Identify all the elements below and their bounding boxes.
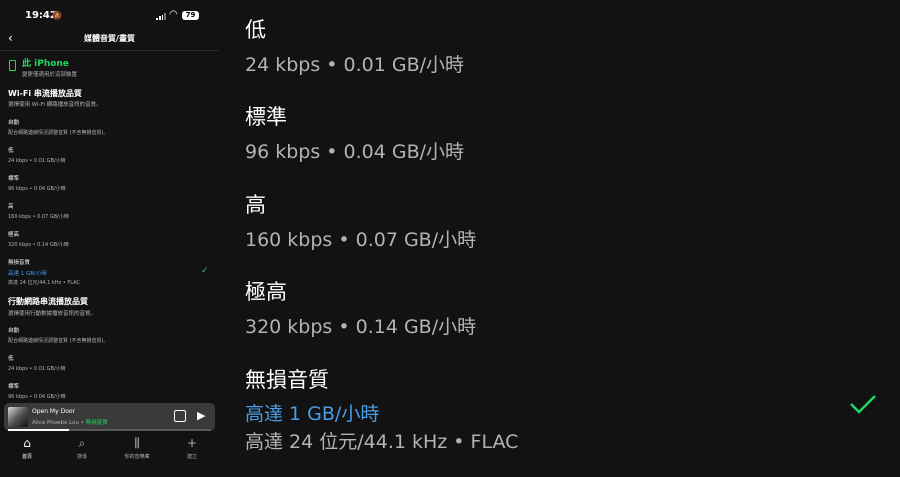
option-label: 標準 [8,176,20,182]
cellular-section-title: 行動網路串流播放品質 [8,297,88,306]
artist-name: Alice Phoebe Lou • [32,420,86,426]
option-label: 無損音質 [8,260,31,266]
battery-icon: 79 [182,11,199,20]
song-title: Open My Door [32,408,75,415]
tab-library[interactable]: ⫼ 你的音樂庫 [117,436,157,460]
progress-fill [8,429,69,431]
option-label: 極高 [245,280,287,304]
nav-bar: ‹ 媒體音質/畫質 [0,30,219,48]
tab-bar: ⌂ 首頁 ⌕ 搜尋 ⫼ 你的音樂庫 + 建立 [0,433,219,477]
option-desc: 配合網路連線情況調整音質 (不含無損音質)。 [8,130,109,136]
phone-screen: 19:42 🔕 ◠ 79 ‹ 媒體音質/畫質 此 iPhone 變更僅適用於這部… [0,0,219,477]
option-desc: 96 kbps • 0.04 GB/小時 [8,186,66,192]
search-icon: ⌕ [78,436,86,450]
option-highlight: 高達 1 GB/小時 [8,271,47,277]
option-desc: 96 kbps • 0.04 GB/小時 [8,394,66,400]
option-label: 標準 [245,105,287,129]
cellular-signal-icon [156,13,166,20]
home-icon: ⌂ [23,436,31,450]
playback-progress [8,429,211,431]
plus-icon: + [186,436,198,450]
wifi-icon: ◠ [169,9,178,20]
option-desc: 高達 24 位元/44.1 kHz • FLAC [8,280,80,286]
wifi-section-subtitle: 選擇使用 Wi-Fi 網路播放音訊的音質。 [8,102,102,108]
tab-label: 你的音樂庫 [124,454,150,460]
option-label: 無損音質 [245,368,329,392]
option-label: 極高 [8,232,20,238]
option-label: 低 [245,18,266,42]
option-desc: 高達 24 位元/44.1 kHz • FLAC [245,431,519,453]
option-desc: 配合網路連線情況調整音質 (不含無損音質)。 [8,338,109,344]
option-label: 自動 [8,120,20,126]
device-name[interactable]: 此 iPhone [22,56,69,69]
option-label: 標準 [8,384,20,390]
smartphone-icon [9,60,16,71]
cellular-section-subtitle: 選擇使用行動數據播放音訊的音質。 [8,311,97,317]
artist-line: Alice Phoebe Lou • 無損音質 [32,418,108,426]
play-icon[interactable]: ▶ [197,409,205,422]
tab-search[interactable]: ⌕ 搜尋 [62,436,102,460]
option-desc: 24 kbps • 0.01 GB/小時 [8,158,66,164]
option-label: 自動 [8,328,20,334]
divider [0,50,219,51]
option-label: 低 [8,356,14,362]
option-desc: 160 kbps • 0.07 GB/小時 [8,214,69,220]
tab-home[interactable]: ⌂ 首頁 [7,436,47,460]
wifi-section-title: Wi-Fi 串流播放品質 [8,89,82,98]
option-highlight: 高達 1 GB/小時 [245,403,380,425]
option-desc: 24 kbps • 0.01 GB/小時 [245,54,465,76]
library-icon: ⫼ [134,436,140,450]
option-desc: 24 kbps • 0.01 GB/小時 [8,366,66,372]
mini-player[interactable]: Open My Door Alice Phoebe Lou • 無損音質 ▶ [4,403,215,431]
tab-label: 建立 [186,454,197,460]
mute-bell-icon: 🔕 [52,11,62,20]
option-label: 高 [8,204,14,210]
option-desc: 96 kbps • 0.04 GB/小時 [245,141,465,163]
checkmark-icon [850,395,876,414]
lossless-badge: 無損音質 [85,420,108,426]
tab-label: 首頁 [21,454,32,460]
option-label: 高 [245,193,266,217]
page-title: 媒體音質/畫質 [84,34,135,43]
option-desc: 160 kbps • 0.07 GB/小時 [245,229,477,251]
zoomed-options-view: 低 24 kbps • 0.01 GB/小時 標準 96 kbps • 0.04… [219,0,900,477]
option-label: 低 [8,148,14,154]
connect-device-icon[interactable] [174,410,186,422]
option-desc: 320 kbps • 0.14 GB/小時 [8,242,69,248]
tab-label: 搜尋 [76,454,87,460]
tab-create[interactable]: + 建立 [172,436,212,460]
option-desc: 320 kbps • 0.14 GB/小時 [245,316,477,338]
checkmark-icon: ✓ [201,266,209,276]
album-art [8,407,28,427]
status-bar: 19:42 🔕 ◠ 79 [0,0,219,32]
device-subtitle: 變更僅適用於這部裝置 [22,72,78,78]
